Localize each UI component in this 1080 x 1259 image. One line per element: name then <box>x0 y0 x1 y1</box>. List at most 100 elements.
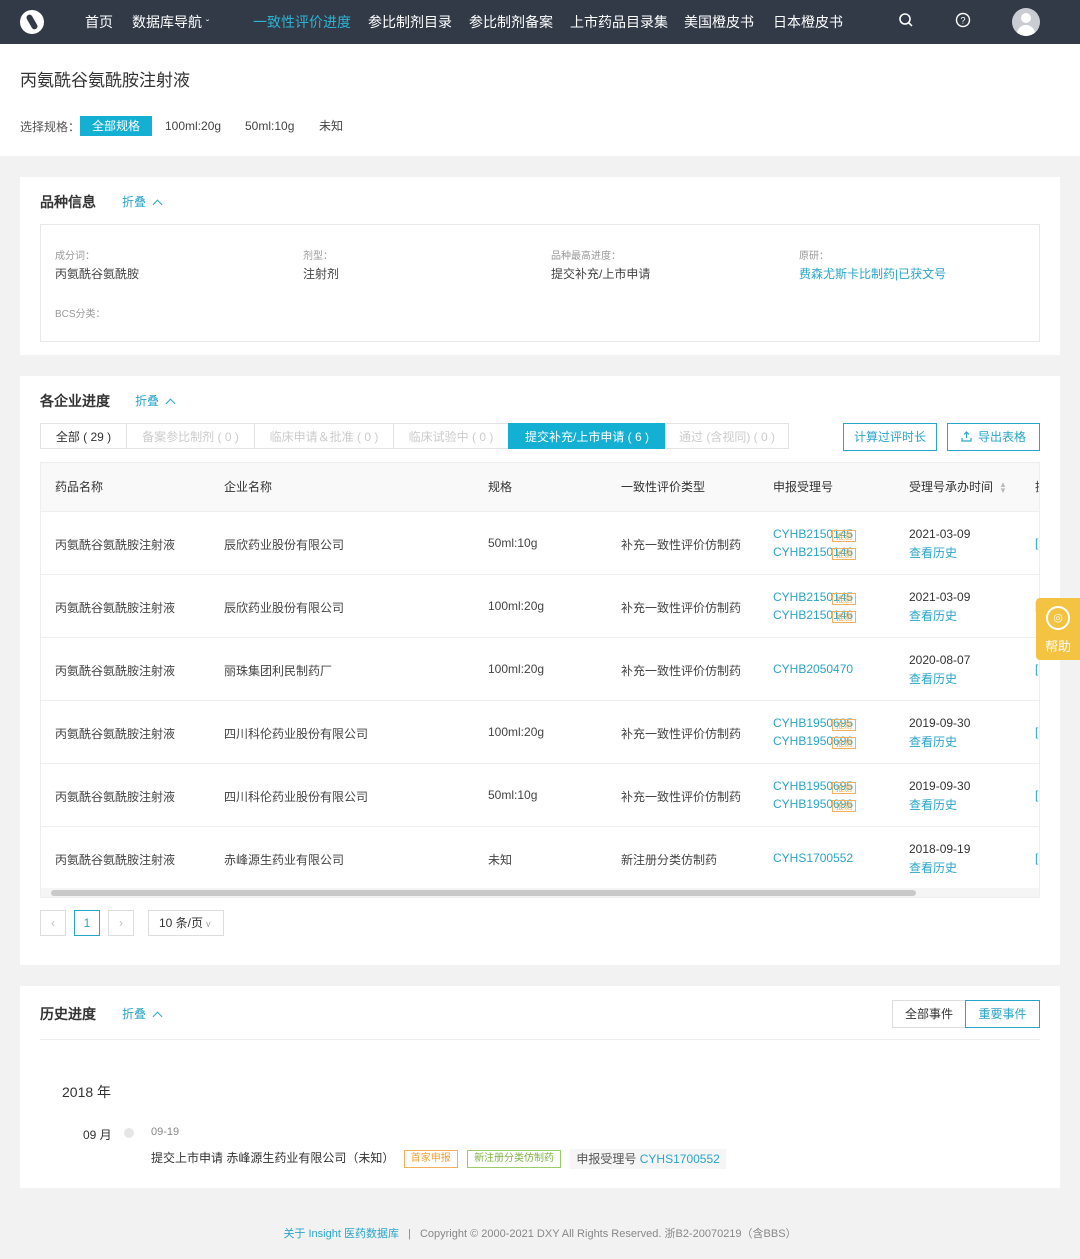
inferred-tag: 推测 <box>832 593 856 605</box>
spec-option-50ml[interactable]: 50ml:10g <box>233 116 306 136</box>
key-events-button[interactable]: 重要事件 <box>965 1000 1040 1028</box>
field-label: 成分词： <box>55 251 95 262</box>
spec-value: 50ml:10g <box>488 788 538 802</box>
nav-us-orange-book[interactable]: 美国橙皮书 <box>684 0 754 44</box>
variety-title: 品种信息 <box>40 194 96 210</box>
page-button[interactable]: 1 <box>74 910 100 936</box>
spec-option-100ml[interactable]: 100ml:20g <box>153 116 233 136</box>
drug-name: 丙氨酰谷氨酰胺注射液 <box>55 727 176 741</box>
view-history-link[interactable]: 查看历史 <box>909 796 957 813</box>
prev-page-button[interactable]: ‹ <box>40 910 66 936</box>
nav-jp-orange-book[interactable]: 日本橙皮书 <box>773 0 843 44</box>
calc-duration-button[interactable]: 计算过评时长 <box>843 423 937 451</box>
page-size-select[interactable]: 10 条/页 ∨ <box>148 910 224 936</box>
nav-listed-drugs[interactable]: 上市药品目录集 <box>570 0 668 44</box>
history-year: 2018 年 <box>62 1084 112 1100</box>
history-event: 提交上市申请 赤峰源生药业有限公司（未知） 首家申报 新注册分类仿制药 申报受理… <box>151 1149 726 1169</box>
accept-date: 2021-03-09 <box>909 527 971 541</box>
action-icon[interactable]: [ <box>1035 788 1038 802</box>
spec-option-all[interactable]: 全部规格 <box>80 116 153 136</box>
nav-consistency[interactable]: 一致性评价进度 <box>253 0 351 44</box>
spec-value: 未知 <box>488 853 513 867</box>
accept-date: 2020-08-07 <box>909 653 971 667</box>
history-month: 09 月 <box>83 1128 112 1142</box>
variety-fold-toggle[interactable]: 折叠 <box>122 193 163 210</box>
export-button[interactable]: 导出表格 <box>947 423 1040 451</box>
avatar[interactable] <box>1012 8 1040 36</box>
company-name: 四川科伦药业股份有限公司 <box>224 727 369 741</box>
spec-option-unknown[interactable]: 未知 <box>307 116 355 136</box>
scrollbar-thumb[interactable] <box>51 890 916 896</box>
inferred-tag: 推测 <box>832 548 856 560</box>
company-name: 辰欣药业股份有限公司 <box>224 538 345 552</box>
first-filing-tag: 首家申报 <box>403 1150 458 1168</box>
view-history-link[interactable]: 查看历史 <box>909 859 957 876</box>
tab-submitted[interactable]: 提交补充/上市申请 ( 6 ) <box>508 423 666 449</box>
next-page-button[interactable]: › <box>108 910 134 936</box>
application-code-link[interactable]: CYHB2050470 <box>773 662 853 676</box>
drug-name: 丙氨酰谷氨酰胺注射液 <box>55 601 176 615</box>
tab-clinical-apply[interactable]: 临床申请＆批准 ( 0 ) <box>254 423 394 449</box>
table-header <box>41 463 1039 511</box>
chevron-down-icon: ˇ <box>205 19 210 30</box>
history-fold-toggle[interactable]: 折叠 <box>122 1005 163 1022</box>
table-row: 丙氨酰谷氨酰胺注射液 赤峰源生药业有限公司 未知 新注册分类仿制药 CYHS170055… <box>41 826 1039 889</box>
originator-link[interactable]: 费森尤斯卡比制药|已获文号 <box>799 265 946 282</box>
tab-passed[interactable]: 通过 (含视同) ( 0 ) <box>665 423 789 449</box>
spec-value: 50ml:10g <box>488 536 538 550</box>
view-history-link[interactable]: 查看历史 <box>909 607 957 624</box>
view-history-link[interactable]: 查看历史 <box>909 733 957 750</box>
help-icon: ◎ <box>1046 606 1070 630</box>
table-row: 丙氨酰谷氨酰胺注射液 四川科伦药业股份有限公司 50ml:10g 补充一致性评价仿制药… <box>41 763 1039 826</box>
view-history-link[interactable]: 查看历史 <box>909 670 957 687</box>
tab-clinical-trial[interactable]: 临床试验中 ( 0 ) <box>393 423 509 449</box>
col-action: 操 <box>1035 463 1039 511</box>
history-card: 历史进度 折叠 全部事件 重要事件 2018 年 09 月 09-19 提交上市… <box>20 986 1060 1188</box>
tab-ref-filing[interactable]: 备案参比制剂 ( 0 ) <box>126 423 255 449</box>
divider <box>40 1039 1040 1040</box>
col-code: 申报受理号 <box>773 480 834 494</box>
page-title: 丙氨酰谷氨酰胺注射液 <box>20 71 190 90</box>
drug-name: 丙氨酰谷氨酰胺注射液 <box>55 664 176 678</box>
nav-home[interactable]: 首页 <box>85 0 113 44</box>
application-code-link[interactable]: CYHS1700552 <box>773 851 853 865</box>
progress-card: 各企业进度 折叠 全部 ( 29 ) 备案参比制剂 ( 0 ) 临床申请＆批准 … <box>20 376 1060 965</box>
help-button[interactable]: ◎ 帮助 <box>1036 598 1080 660</box>
nav-database[interactable]: 数据库导航 ˇ <box>132 0 209 44</box>
tab-all[interactable]: 全部 ( 29 ) <box>40 423 127 449</box>
search-icon[interactable] <box>896 12 916 32</box>
action-icon[interactable]: [ <box>1035 536 1038 550</box>
evaluation-type: 补充一致性评价仿制药 <box>621 538 742 552</box>
action-icon[interactable]: [ <box>1035 851 1038 865</box>
table-row: 丙氨酰谷氨酰胺注射液 四川科伦药业股份有限公司 100ml:20g 补充一致性评价仿制… <box>41 700 1039 763</box>
action-icon[interactable]: [ <box>1035 725 1038 739</box>
col-date[interactable]: 受理号承办时间 ▲ ▼ <box>909 463 1007 511</box>
nav-ref-filing[interactable]: 参比制剂备案 <box>469 0 553 44</box>
inferred-tag: 推测 <box>832 611 856 623</box>
col-company: 企业名称 <box>224 480 273 494</box>
nav-ref-catalog[interactable]: 参比制剂目录 <box>368 0 452 44</box>
evaluation-type: 补充一致性评价仿制药 <box>621 664 742 678</box>
field-value: 丙氨酰谷氨酰胺 <box>55 267 140 281</box>
inferred-tag: 推测 <box>832 737 856 749</box>
inferred-tag: 推测 <box>832 800 856 812</box>
view-history-link[interactable]: 查看历史 <box>909 544 957 561</box>
app-logo[interactable] <box>20 10 44 34</box>
horizontal-scrollbar[interactable] <box>41 888 1039 897</box>
code-tag: 申报受理号 CYHS1700552 <box>570 1149 726 1169</box>
action-icon[interactable]: [ <box>1035 662 1038 676</box>
question-circle-icon[interactable]: ? <box>953 12 973 32</box>
about-link[interactable]: 关于 Insight 医药数据库 <box>283 1228 399 1240</box>
progress-fold-toggle[interactable]: 折叠 <box>135 392 176 409</box>
variety-info-box: 成分词： 丙氨酰谷氨酰胺 剂型： 注射剂 品种最高进度： 提交补充/上市申请 原… <box>40 224 1040 342</box>
all-events-button[interactable]: 全部事件 <box>892 1000 966 1028</box>
evaluation-type: 新注册分类仿制药 <box>621 853 718 867</box>
footer: 关于 Insight 医药数据库 | Copyright © 2000-2021… <box>0 1209 1080 1259</box>
event-date: 09-19 <box>151 1126 180 1138</box>
help-label: 帮助 <box>1044 639 1071 654</box>
page-header: 丙氨酰谷氨酰胺注射液 选择规格： 全部规格 100ml:20g 50ml:10g… <box>0 44 1080 156</box>
history-title: 历史进度 <box>40 1006 96 1022</box>
sort-icon[interactable]: ▲ ▼ <box>999 480 1007 494</box>
col-type: 一致性评价类型 <box>621 480 706 494</box>
chevron-up-icon <box>165 398 176 409</box>
